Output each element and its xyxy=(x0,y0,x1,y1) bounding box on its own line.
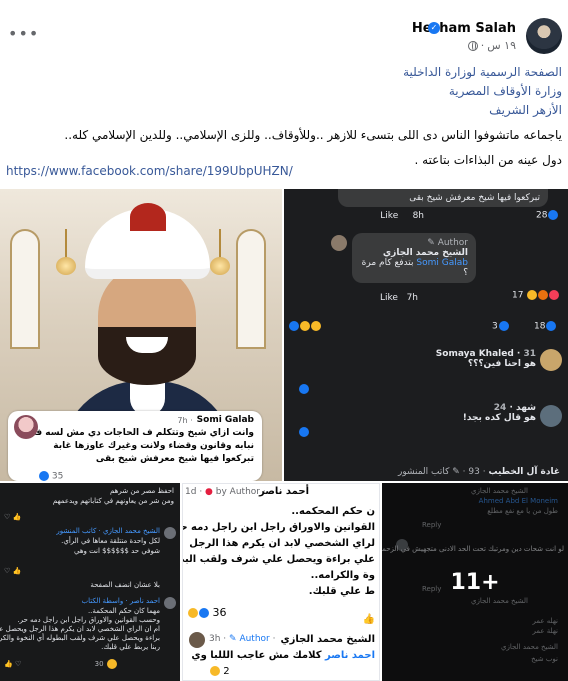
post-header: Hesham Salah ✓ ١٩ س · ••• xyxy=(0,18,568,60)
like-icon xyxy=(298,427,309,438)
comment-meta: Like 8h xyxy=(380,211,424,221)
comment-line: احفظ مصر من شرهم xyxy=(110,487,174,495)
verified-badge-icon: ✓ xyxy=(428,22,440,34)
comment-bubble: تبركعوا فيها شيخ معرفش شيخ بقى xyxy=(338,189,548,207)
mosque-arch xyxy=(10,229,40,349)
comment-line: شوفي حد $$$$$$ انت وهي xyxy=(74,547,160,555)
like-icon: 👍 xyxy=(362,614,375,625)
commenter-name: Somi Galab xyxy=(196,415,254,425)
globe-icon xyxy=(467,40,478,51)
photo-grid: Somi Galab · 7h وانت ازاي شيخ وتتكلم ف ا… xyxy=(0,189,568,681)
mention-tag[interactable]: الصفحة الرسمية لوزارة الداخلية xyxy=(6,63,562,82)
comment-line: ام ان الراي الشخصي لابد ان يكرم هذا الرج… xyxy=(0,625,160,633)
comment-line: براءة ويحصل علي شرف ولقب البطوله أي النخ… xyxy=(0,634,160,642)
shared-link[interactable]: https://www.facebook.com/share/199UbpUHZ… xyxy=(6,164,293,178)
like-icon: 👍 ♡ xyxy=(4,513,22,521)
author-avatar[interactable] xyxy=(526,18,562,54)
reaction-count: 3 xyxy=(492,321,509,332)
comment-text: شهد · 24 هو قال كده بجد! xyxy=(462,403,536,423)
comment-line: وانت ازاي شيخ وتتكلم ف الحاجات دي مش لسه… xyxy=(27,428,254,438)
comment-meta: 3h · ✎ Author · xyxy=(209,634,276,644)
more-photos-count[interactable]: 11+ xyxy=(450,570,499,595)
photo-tile-3[interactable]: احفظ مصر من شرهم ومن شر من يعاونهم في كت… xyxy=(0,483,180,681)
comment-line: ومن شر من يعاونهم في كتاباتهم ويدعمهم xyxy=(52,497,174,505)
post-paragraph: ياجماعه ماتشوفوا الناس دى اللى بتسىء للا… xyxy=(64,128,562,142)
reaction-count: 28 xyxy=(536,210,559,221)
reaction-count: 18 xyxy=(534,321,557,332)
post-time-text[interactable]: ١٩ س xyxy=(487,39,516,52)
commenter-avatar xyxy=(164,597,176,609)
commenter-name: الشيخ محمد الجازي xyxy=(280,634,375,645)
reply-bubble: ✎ Author الشيخ محمد الجازي Somi Galab بت… xyxy=(352,233,476,283)
comment-line: القوانين والاوراق راجل ابن راجل دمه حر. xyxy=(182,522,375,533)
photo-tile-4[interactable]: أحمد ناصر 1d · ● by Author · ن حكم المحك… xyxy=(182,483,380,681)
reaction-count: 👍 ♡ 30 xyxy=(4,659,117,669)
comment-line: ط علي قلبك. xyxy=(308,586,375,597)
reply-text: احمد ناصر كلامك مش عاجب الللبا وي xyxy=(191,650,375,661)
commenter-name: أحمد ناصر xyxy=(259,486,309,497)
photo-tile-5[interactable]: الشيخ محمد الجازي Ahmed Abd El Moneim طو… xyxy=(382,483,568,681)
comment-text: Somaya Khaled · 31 هو احنا فين؟؟؟ xyxy=(435,349,536,369)
commenter-avatar xyxy=(164,527,176,539)
comment-text: غادة آل الخطيب · 93 · ✎ كاتب المنشور xyxy=(397,467,560,477)
post-timestamp[interactable]: ١٩ س · xyxy=(467,39,516,52)
comment-line: تبركعوا فيها شيخ معرفش شيخ بقى xyxy=(95,454,254,464)
post-body: الصفحة الرسمية لوزارة الداخلية وزارة الأ… xyxy=(6,63,562,170)
mention-tag[interactable]: وزارة الأوقاف المصرية xyxy=(6,82,562,101)
photo-tile-1[interactable]: Somi Galab · 7h وانت ازاي شيخ وتتكلم ف ا… xyxy=(0,189,282,481)
like-link[interactable]: Like xyxy=(380,211,398,221)
reaction-count: 17 xyxy=(512,290,560,301)
comment-line: علي براءة ويحصل علي شرف ولقب البطوله xyxy=(183,554,375,565)
reaction-icons xyxy=(288,321,321,332)
commenter-avatar xyxy=(540,405,562,427)
comment-line: وة والكرامه.. xyxy=(310,570,375,581)
comment-line: لكل واحدة متتلقة معاها في الرأي. xyxy=(61,537,160,545)
like-icon: 👍 ♡ xyxy=(4,567,22,575)
reaction-count: 35 xyxy=(38,470,63,481)
comment-line: مهما كان حكم المحكمة.. xyxy=(87,607,160,615)
commenter-avatar xyxy=(540,349,562,371)
comment-line: نبابه وقانون وقضاء ولانت وغيرك عاوزها غا… xyxy=(53,441,254,451)
comment-author: احمد ناصر · واسطة الكتاب xyxy=(81,597,160,605)
comment-author: الشيخ محمد الجازي · كاتب المنشور xyxy=(56,527,160,535)
comment-time: · 7h xyxy=(177,416,193,425)
more-options-icon[interactable]: ••• xyxy=(8,24,39,43)
reaction-count: 2 xyxy=(209,666,230,677)
comment-line: بلا عشان انضف الصفحة xyxy=(90,581,160,589)
mosque-arch xyxy=(236,229,266,349)
like-icon xyxy=(298,384,309,395)
comment-line: وحسب القوانين والاوراق راجل ابن راجل دمه… xyxy=(17,616,160,624)
comment-line: ن حكم المحكمه.. xyxy=(291,506,375,517)
like-icon xyxy=(39,470,49,481)
comment-meta: 1d · ● by Author · xyxy=(185,487,266,497)
comment-line: ربنا يربط علي قلبك. xyxy=(101,643,160,651)
reaction-count: 36 xyxy=(187,606,227,619)
photo-tile-2[interactable]: تبركعوا فيها شيخ معرفش شيخ بقى Like 8h 2… xyxy=(284,189,568,481)
comment-meta: Like 7h xyxy=(380,293,418,303)
author-avatar xyxy=(189,632,205,648)
mention-tag[interactable]: الأزهر الشريف xyxy=(6,101,562,120)
commenter-avatar xyxy=(14,415,38,439)
author-avatar xyxy=(331,235,347,251)
comment-line: لراي الشخصي لابد ان يكرم هذا الرجل xyxy=(189,538,375,549)
more-photos-overlay[interactable]: 11+ xyxy=(382,483,568,681)
